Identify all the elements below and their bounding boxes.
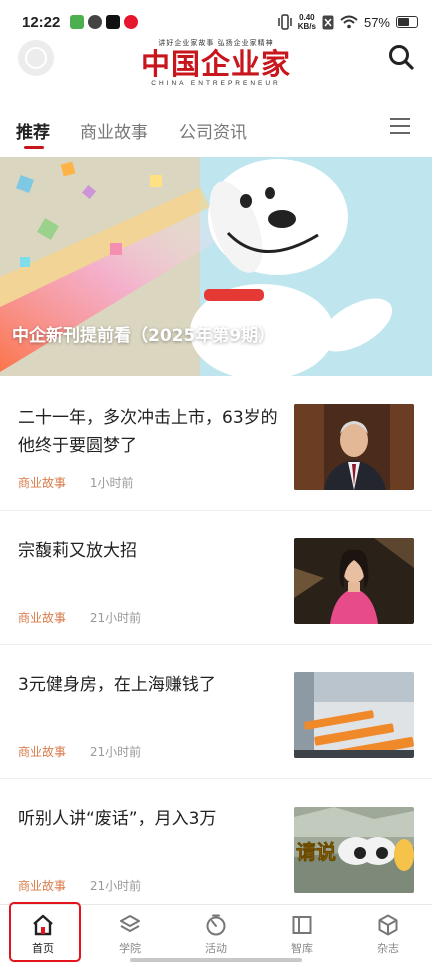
article-time: 1小时前 xyxy=(89,476,134,490)
wifi-icon xyxy=(340,15,358,29)
logo-subtitle: CHINA ENTREPRENEUR xyxy=(151,80,281,87)
search-icon[interactable] xyxy=(386,42,416,72)
timer-icon xyxy=(206,914,226,936)
network-speed: 0.40 KB/s xyxy=(298,13,316,31)
featured-banner[interactable]: 中企新刊提前看（2025年第9期） xyxy=(0,157,432,376)
article-time: 21小时前 xyxy=(89,745,142,759)
article-category[interactable]: 商业故事 xyxy=(18,611,66,625)
logo-title: 中国企业家 xyxy=(140,47,291,81)
article-category[interactable]: 商业故事 xyxy=(18,476,66,490)
article-title: 3元健身房，在上海赚钱了 xyxy=(18,675,216,695)
tab-business-stories[interactable]: 商业故事 xyxy=(80,118,148,143)
avatar-icon xyxy=(25,47,47,69)
network-speed-value: 0.40 xyxy=(299,13,315,22)
system-status: 0.40 KB/s 57% xyxy=(277,13,418,31)
selection-highlight xyxy=(9,902,81,962)
nav-label: 活动 xyxy=(205,942,227,955)
article-time: 21小时前 xyxy=(89,611,142,625)
nav-academy[interactable]: 学院 xyxy=(95,905,165,964)
article-meta: 商业故事 21小时前 xyxy=(18,877,141,894)
article-category[interactable]: 商业故事 xyxy=(18,879,66,893)
tiktok-notification-icon xyxy=(106,15,121,29)
article-item[interactable]: 听别人讲“废话”，月入3万 商业故事 21小时前 请说 xyxy=(0,779,432,904)
article-meta: 商业故事 21小时前 xyxy=(18,609,141,626)
article-thumbnail xyxy=(294,538,414,624)
app-notification-icon xyxy=(70,15,85,29)
article-meta: 商业故事 1小时前 xyxy=(18,474,133,491)
nav-events[interactable]: 活动 xyxy=(181,905,251,964)
article-thumbnail xyxy=(294,404,414,490)
app-logo: 讲好企业家故事 弘扬企业家精神 中国企业家 CHINA ENTREPRENEUR xyxy=(130,38,302,94)
avatar[interactable] xyxy=(18,40,54,76)
nav-think-tank[interactable]: 智库 xyxy=(267,905,337,964)
home-indicator[interactable] xyxy=(130,958,302,962)
weibo-notification-icon xyxy=(124,15,139,29)
app-header: 讲好企业家故事 弘扬企业家精神 中国企业家 CHINA ENTREPRENEUR xyxy=(0,36,432,96)
notification-icons xyxy=(70,15,139,29)
article-item[interactable]: 3元健身房，在上海赚钱了 商业故事 21小时前 xyxy=(0,645,432,779)
sim-icon xyxy=(322,15,334,29)
nav-magazine[interactable]: 杂志 xyxy=(353,905,423,964)
banner-caption: 中企新刊提前看（2025年第9期） xyxy=(12,326,276,346)
battery-percent: 57% xyxy=(363,14,390,30)
article-time: 21小时前 xyxy=(89,879,142,893)
layers-icon xyxy=(120,915,140,932)
vibrate-icon xyxy=(277,14,292,30)
article-title: 宗馥莉又放大招 xyxy=(18,541,137,561)
battery-icon xyxy=(396,16,418,28)
article-meta: 商业故事 21小时前 xyxy=(18,743,141,760)
cube-icon xyxy=(378,914,398,936)
article-category[interactable]: 商业故事 xyxy=(18,745,66,759)
status-time: 12:22 xyxy=(22,13,61,31)
book-icon xyxy=(292,916,312,934)
network-speed-unit: KB/s xyxy=(297,22,316,31)
article-item[interactable]: 宗馥莉又放大招 商业故事 21小时前 xyxy=(0,511,432,645)
active-tab-indicator xyxy=(24,146,44,149)
nav-label: 杂志 xyxy=(377,942,399,955)
category-tabs: 推荐 商业故事 公司资讯 xyxy=(0,110,432,154)
nav-label: 智库 xyxy=(291,942,313,955)
article-title: 二十一年，多次冲击上市，63岁的他终于要圆梦了 xyxy=(18,408,278,456)
article-thumbnail: 请说 xyxy=(294,807,414,893)
article-thumbnail xyxy=(294,672,414,758)
tab-company-news[interactable]: 公司资讯 xyxy=(179,118,247,143)
thumbnail-text: 请说 xyxy=(296,840,336,864)
sync-notification-icon xyxy=(88,15,103,29)
menu-icon[interactable] xyxy=(390,118,410,136)
nav-label: 学院 xyxy=(119,942,141,955)
tab-recommended[interactable]: 推荐 xyxy=(16,118,50,143)
article-title: 听别人讲“废话”，月入3万 xyxy=(18,809,217,829)
article-item[interactable]: 二十一年，多次冲击上市，63岁的他终于要圆梦了 商业故事 1小时前 xyxy=(0,376,432,511)
